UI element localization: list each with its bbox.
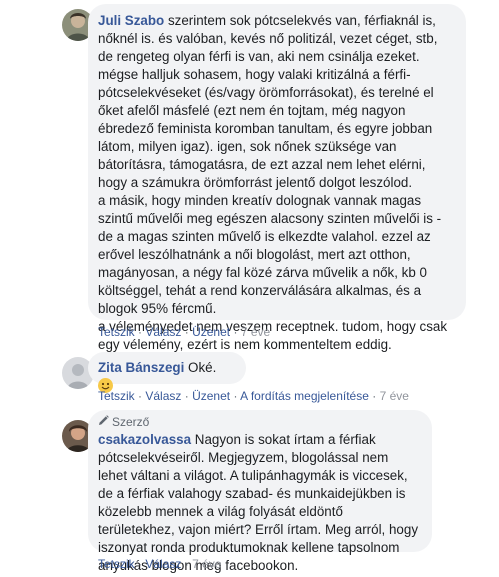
comment-author[interactable]: Zita Bánszegi [98, 360, 184, 375]
comment-bubble: Juli Szabo szerintem sok pótcselekvés va… [88, 4, 466, 352]
comment-actions: Tetszik · Válasz · Üzenet · 7 éve [98, 325, 271, 339]
comment-timestamp[interactable]: 7 éve [380, 389, 409, 403]
author-badge-label: Szerző [112, 415, 150, 429]
like-link[interactable]: Tetszik [98, 557, 135, 571]
reply-link[interactable]: Válasz [145, 557, 181, 571]
comment-text: szerintem sok pótcselekvés van, férfiakn… [98, 13, 448, 352]
show-translation-link[interactable]: A fordítás megjelenítése [240, 389, 369, 403]
comment-actions: Tetszik · Válasz · Üzenet · A fordítás m… [98, 389, 409, 403]
pencil-icon [98, 413, 109, 431]
comment-timestamp[interactable]: 7 éve [192, 557, 221, 571]
reply-link[interactable]: Válasz [145, 325, 181, 339]
message-link[interactable]: Üzenet [192, 389, 230, 403]
like-link[interactable]: Tetszik [98, 325, 135, 339]
comment-author[interactable]: Juli Szabo [98, 13, 164, 28]
comment-actions: Tetszik · Válasz · 7 éve [98, 557, 222, 571]
comment-author[interactable]: csakazolvassa [98, 432, 191, 447]
reply-link[interactable]: Válasz [145, 389, 181, 403]
comment-timestamp[interactable]: 7 éve [241, 325, 270, 339]
like-link[interactable]: Tetszik [98, 389, 135, 403]
comment-text: Oké. [184, 360, 217, 375]
comment-bubble: Zita Bánszegi Oké. [88, 352, 246, 393]
message-link[interactable]: Üzenet [192, 325, 230, 339]
comment-text: Nagyon is sokat írtam a férfiak pótcsele… [98, 432, 419, 573]
comment-bubble: Szerző csakazolvassa Nagyon is sokat írt… [88, 410, 432, 573]
author-badge: Szerző [98, 414, 420, 430]
